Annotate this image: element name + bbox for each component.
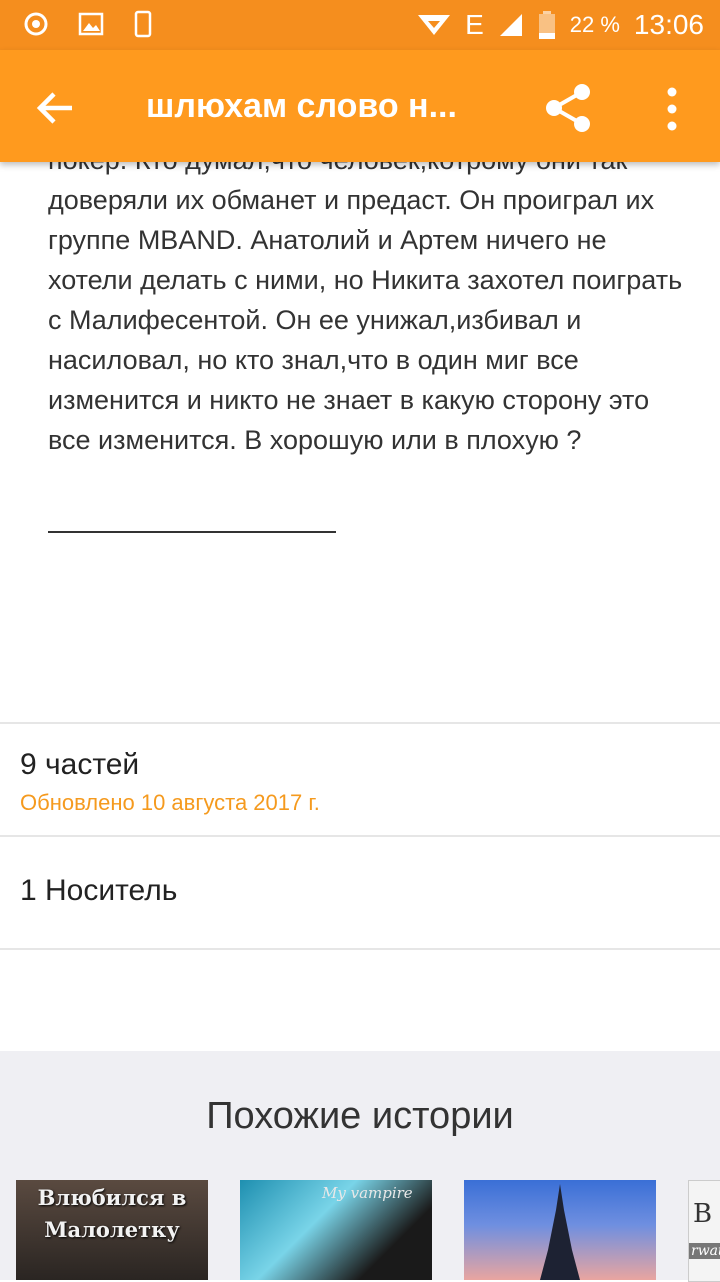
eiffel-tower-image <box>540 1184 580 1280</box>
divider <box>0 835 720 837</box>
wifi-icon <box>418 15 451 35</box>
cover-title: Влюбился в Малолетку <box>37 1185 187 1242</box>
updated-date: Обновлено 10 августа 2017 г. <box>20 790 320 815</box>
cover-title: rwate <box>689 1243 720 1259</box>
similar-stories-title: Похожие истории <box>206 1095 514 1137</box>
share-icon <box>546 84 590 132</box>
more-vert-icon <box>667 87 677 131</box>
description-underline <box>48 531 336 533</box>
clock: 13:06 <box>633 9 704 40</box>
story-cover[interactable]: My vampire <box>240 1180 432 1280</box>
cover-logo: B <box>693 1199 713 1229</box>
arrow-back-icon <box>36 92 72 124</box>
divider <box>0 948 720 950</box>
image-icon <box>78 12 104 36</box>
story-cover[interactable] <box>464 1180 656 1280</box>
similar-stories-section: Похожие истории Влюбился в Малолетку My … <box>0 1051 720 1282</box>
back-button[interactable] <box>30 82 82 134</box>
story-title: шлюхам слово н... <box>146 87 457 125</box>
notification-dot-icon <box>24 12 48 36</box>
divider <box>0 722 720 724</box>
share-button[interactable] <box>540 80 596 136</box>
status-bar: E 22 % 13:06 <box>0 0 720 50</box>
battery-percent: 22 % <box>569 12 620 37</box>
more-options-button[interactable] <box>656 84 688 134</box>
story-description: покер. Кто думал,что человек,котрому они… <box>48 145 683 455</box>
carrier-count[interactable]: 1 Носитель <box>20 874 177 908</box>
signal-icon <box>499 14 522 36</box>
network-type: E <box>465 9 484 40</box>
cover-title: My vampire <box>322 1184 413 1202</box>
story-cover[interactable]: B rwate <box>688 1180 720 1282</box>
story-cover[interactable]: Влюбился в Малолетку <box>16 1180 208 1280</box>
parts-count[interactable]: 9 частей <box>20 748 139 782</box>
app-bar: шлюхам слово н... <box>0 50 720 162</box>
phone-icon <box>134 10 152 38</box>
battery-icon <box>538 11 555 39</box>
